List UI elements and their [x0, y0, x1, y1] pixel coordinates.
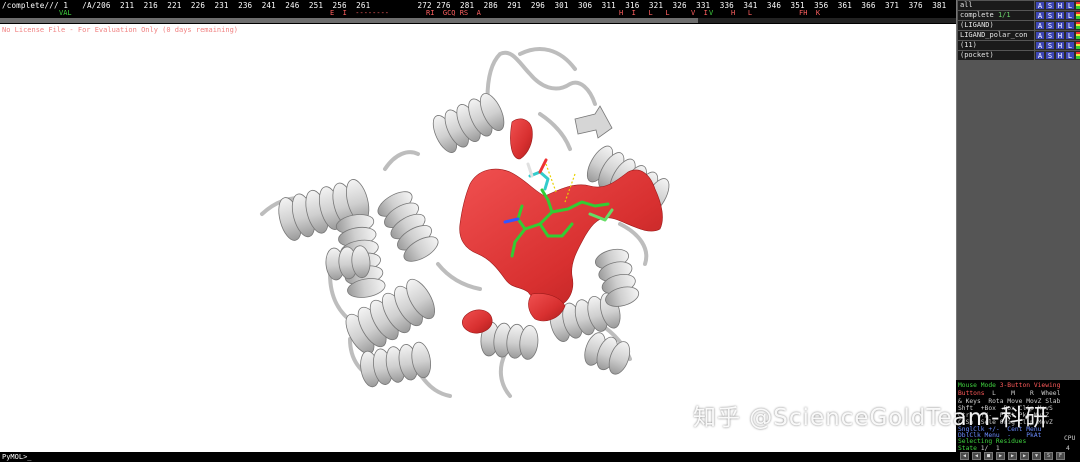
- action-button[interactable]: A: [1035, 51, 1045, 60]
- buttons-label: Buttons: [958, 390, 985, 397]
- residue-label[interactable]: H L: [731, 9, 752, 18]
- show-button[interactable]: S: [1045, 51, 1055, 60]
- color-button[interactable]: [1075, 21, 1080, 30]
- color-button[interactable]: [1075, 1, 1080, 10]
- hide-button[interactable]: H: [1055, 11, 1065, 20]
- cpu-label: CPU: [1064, 435, 1076, 442]
- action-button[interactable]: A: [1035, 21, 1045, 30]
- watermark-text: 知乎 @ScienceGoldTeam-科研: [693, 405, 1049, 431]
- object-name[interactable]: (pocket): [958, 51, 1034, 60]
- show-button[interactable]: S: [1045, 11, 1055, 20]
- label-button[interactable]: L: [1065, 1, 1075, 10]
- step-forward-button[interactable]: ▶: [1008, 452, 1017, 460]
- residue-label[interactable]: VAL: [59, 9, 72, 18]
- sequence-scrollbar-thumb[interactable]: [698, 18, 956, 23]
- license-notice: No License File - For Evaluation Only (0…: [2, 26, 239, 34]
- label-button[interactable]: L: [1065, 11, 1075, 20]
- object-state: 1/1: [997, 11, 1011, 19]
- residue-label[interactable]: FH K: [799, 9, 820, 18]
- action-button[interactable]: A: [1035, 1, 1045, 10]
- residue-label[interactable]: E I --------: [330, 9, 389, 18]
- step-back-icon: ◀: [974, 453, 978, 459]
- sequence-scrollbar[interactable]: [0, 18, 956, 23]
- object-name[interactable]: complete 1/1: [958, 11, 1034, 20]
- show-button[interactable]: S: [1045, 21, 1055, 30]
- cpu-value: 4: [1066, 445, 1070, 452]
- show-button[interactable]: S: [1045, 41, 1055, 50]
- color-button[interactable]: [1075, 41, 1080, 50]
- action-button[interactable]: A: [1035, 41, 1045, 50]
- molecule-viewport[interactable]: No License File - For Evaluation Only (0…: [0, 24, 956, 452]
- movie-controls: ◀ ◀ ■ ▶ ▶ ▶ ▼ S F: [960, 452, 1076, 461]
- residue-label[interactable]: V: [709, 9, 713, 18]
- sequence-viewer[interactable]: /complete/// 1 /A/206 211 216 221 226 23…: [0, 0, 993, 24]
- state-value: 1/ 1: [980, 445, 1000, 452]
- hide-button[interactable]: H: [1055, 21, 1065, 30]
- object-row-ligand-polar-contacts[interactable]: LIGAND_polar_con A S H L: [958, 31, 1080, 40]
- object-name[interactable]: LIGAND_polar_con: [958, 31, 1034, 40]
- stop-icon: ■: [986, 453, 990, 459]
- sequence-residues[interactable]: VAL E I -------- RI GCQ RS A H I L L V I…: [2, 9, 952, 18]
- show-button[interactable]: S: [1045, 31, 1055, 40]
- mouse-mode-value[interactable]: 3-Button Viewing: [1000, 382, 1061, 389]
- color-button[interactable]: [1075, 51, 1080, 60]
- label-button[interactable]: L: [1065, 41, 1075, 50]
- hide-button[interactable]: H: [1055, 31, 1065, 40]
- beta-strand: [574, 105, 613, 139]
- selecting-label: Selecting: [958, 438, 993, 445]
- residue-label[interactable]: RI GCQ RS A: [426, 9, 481, 18]
- pymol-window: /complete/// 1 /A/206 211 216 221 226 23…: [0, 0, 1080, 462]
- label-button[interactable]: L: [1065, 21, 1075, 30]
- object-row-complete[interactable]: complete 1/1 A S H L: [958, 11, 1080, 20]
- end-icon: ▶: [1022, 453, 1026, 459]
- buttons-columns: L M R Wheel: [992, 390, 1061, 397]
- hide-button[interactable]: H: [1055, 1, 1065, 10]
- object-row-all[interactable]: all A S H L: [958, 1, 1080, 10]
- object-list-panel: all A S H L complete 1/1 A S H L (LIGAND…: [956, 0, 1080, 380]
- object-row-pocket[interactable]: (pocket) A S H L: [958, 51, 1080, 60]
- hide-button[interactable]: H: [1055, 41, 1065, 50]
- object-row-11[interactable]: (11) A S H L: [958, 41, 1080, 50]
- rewind-icon: ◀: [962, 453, 966, 459]
- full-screen-button[interactable]: F: [1056, 452, 1065, 460]
- object-name[interactable]: (11): [958, 41, 1034, 50]
- color-button[interactable]: [1075, 11, 1080, 20]
- fullscreen-icon: F: [1058, 453, 1062, 459]
- mouse-mode-label: Mouse Mode: [958, 382, 996, 389]
- state-label: State: [958, 445, 977, 452]
- action-button[interactable]: A: [1035, 11, 1045, 20]
- stop-button[interactable]: ■: [984, 452, 993, 460]
- play-button[interactable]: ▶: [996, 452, 1005, 460]
- protein-render[interactable]: [0, 24, 956, 452]
- residue-label[interactable]: H I L L: [619, 9, 670, 18]
- rewind-button[interactable]: ◀: [960, 452, 969, 460]
- residue-label[interactable]: V I: [691, 9, 708, 18]
- sculpt-button[interactable]: S: [1044, 452, 1053, 460]
- selecting-value[interactable]: Residues: [996, 438, 1026, 445]
- command-input[interactable]: PyMOL>_: [0, 452, 956, 462]
- label-button[interactable]: L: [1065, 51, 1075, 60]
- action-button[interactable]: A: [1035, 31, 1045, 40]
- color-button[interactable]: [1075, 31, 1080, 40]
- play-icon: ▶: [998, 453, 1002, 459]
- step-forward-icon: ▶: [1010, 453, 1014, 459]
- object-name[interactable]: all: [958, 1, 1034, 10]
- object-row-ligand-selection[interactable]: (LIGAND) A S H L: [958, 21, 1080, 30]
- label-button[interactable]: L: [1065, 31, 1075, 40]
- sculpt-icon: S: [1046, 453, 1050, 459]
- clear-button[interactable]: ▼: [1032, 452, 1041, 460]
- clear-icon: ▼: [1034, 453, 1038, 459]
- end-button[interactable]: ▶: [1020, 452, 1029, 460]
- show-button[interactable]: S: [1045, 1, 1055, 10]
- hide-button[interactable]: H: [1055, 51, 1065, 60]
- object-name[interactable]: (LIGAND): [958, 21, 1034, 30]
- step-back-button[interactable]: ◀: [972, 452, 981, 460]
